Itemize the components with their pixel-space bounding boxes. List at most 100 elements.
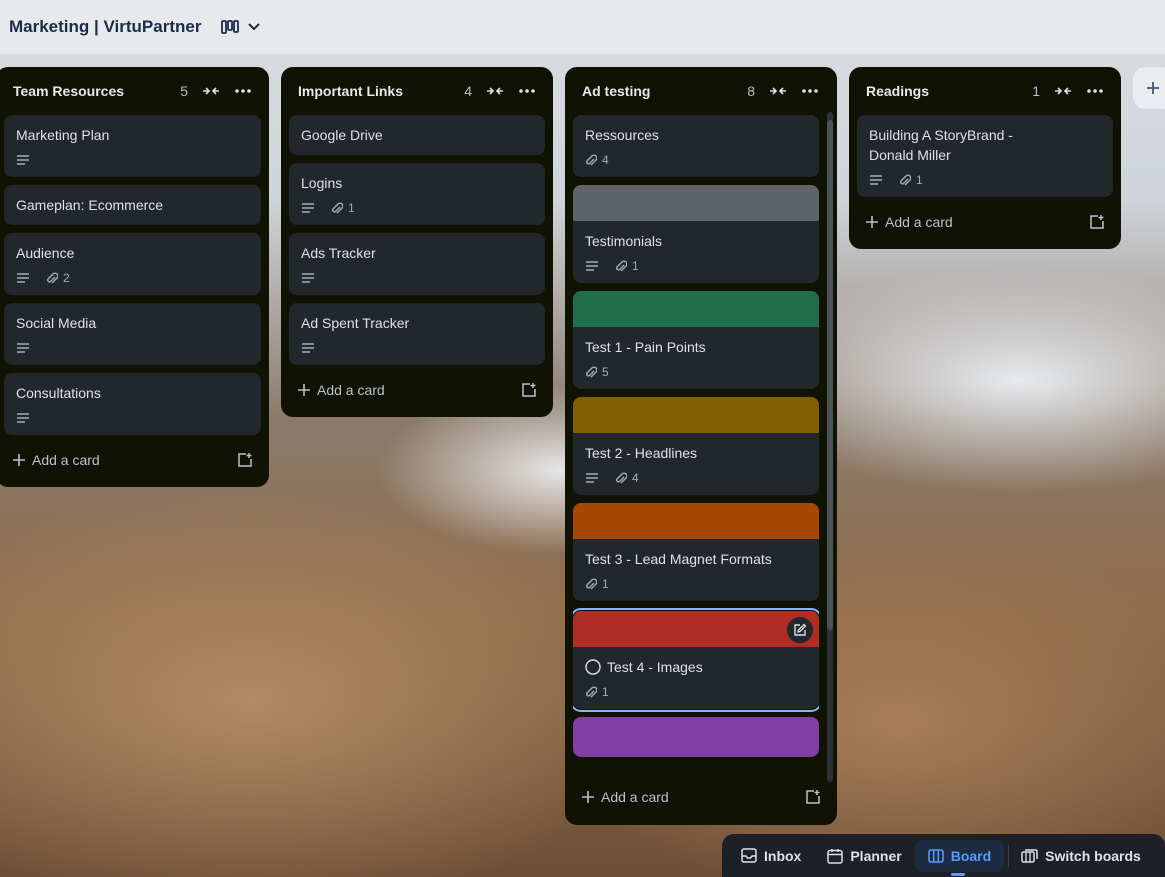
nav-switch-boards-label: Switch boards [1045, 847, 1141, 864]
attachment-icon [586, 365, 597, 377]
attachment-badge: 1 [585, 685, 609, 699]
board-title[interactable]: Marketing | VirtuPartner [9, 17, 201, 37]
card-title: Google Drive [301, 127, 383, 143]
card-title: Gameplan: Ecommerce [16, 197, 164, 213]
board-icon [927, 848, 944, 863]
plus-icon [1147, 82, 1159, 94]
list-title[interactable]: Ad testing [582, 83, 747, 99]
add-card-label: Add a card [32, 452, 100, 468]
card-selected[interactable]: Test 4 - Images 1 [573, 608, 819, 712]
card-cover [573, 717, 819, 757]
switch-boards-icon [1021, 848, 1038, 863]
attachment-badge: 2 [46, 271, 70, 285]
card[interactable]: Google Drive [289, 115, 545, 155]
create-from-template-icon[interactable] [805, 789, 821, 805]
attachment-count: 1 [348, 201, 355, 215]
list-title[interactable]: Team Resources [13, 83, 180, 99]
board-view-icon [221, 20, 240, 34]
card[interactable]: Marketing Plan [4, 115, 261, 177]
list-card-count: 8 [747, 83, 755, 99]
card[interactable]: Test 2 - Headlines 4 [573, 397, 819, 495]
collapse-icon[interactable] [1054, 84, 1072, 98]
nav-planner-label: Planner [850, 847, 902, 864]
list-readings: Readings 1 Building A StoryBrand - Donal… [849, 67, 1121, 249]
attachment-badge: 1 [331, 201, 355, 215]
collapse-icon[interactable] [769, 84, 787, 98]
nav-planner[interactable]: Planner [814, 840, 914, 872]
scrollbar-thumb[interactable] [827, 120, 833, 630]
add-card-label: Add a card [317, 382, 385, 398]
list-team-resources: Team Resources 5 Marketing Plan Gameplan… [0, 67, 269, 487]
card[interactable]: Test 3 - Lead Magnet Formats 1 [573, 503, 819, 601]
nav-divider [1008, 844, 1010, 867]
list-scrollbar[interactable] [827, 112, 833, 782]
card-title: Building A StoryBrand - Donald Miller [869, 127, 1013, 163]
complete-checkbox-icon[interactable] [585, 659, 601, 675]
card-title: Marketing Plan [16, 127, 110, 143]
description-icon [17, 155, 29, 165]
list-ad-testing: Ad testing 8 Ressources 4 Testimonials 1 [565, 67, 837, 825]
attachment-count: 1 [916, 173, 923, 187]
more-options-icon[interactable] [1086, 88, 1104, 94]
card-title: Logins [301, 175, 343, 191]
collapse-icon[interactable] [486, 84, 504, 98]
attachment-icon [332, 201, 343, 213]
card[interactable]: Social Media [4, 303, 261, 365]
add-card-button[interactable]: Add a card [865, 214, 953, 230]
description-icon [586, 473, 598, 483]
card[interactable]: Ads Tracker [289, 233, 545, 295]
description-icon [17, 343, 29, 353]
card[interactable] [573, 717, 819, 757]
card[interactable]: Logins 1 [289, 163, 545, 225]
add-card-button[interactable]: Add a card [297, 382, 385, 398]
chevron-down-icon [248, 23, 261, 31]
attachment-count: 4 [602, 153, 609, 167]
attachment-count: 1 [602, 685, 609, 699]
description-icon [17, 413, 29, 423]
list-title[interactable]: Readings [866, 83, 1032, 99]
attachment-badge: 4 [585, 153, 609, 167]
card[interactable]: Building A StoryBrand - Donald Miller 1 [857, 115, 1113, 197]
nav-board-label: Board [950, 847, 992, 864]
attachment-badge: 1 [585, 577, 609, 591]
create-from-template-icon[interactable] [521, 382, 537, 398]
card-title: Ressources [585, 127, 659, 143]
description-icon [586, 261, 598, 271]
card[interactable]: Consultations [4, 373, 261, 435]
list-important-links: Important Links 4 Google Drive Logins 1 … [281, 67, 553, 417]
add-card-row: Add a card [289, 373, 545, 407]
card[interactable]: Gameplan: Ecommerce [4, 185, 261, 225]
card-cover [573, 611, 819, 647]
more-options-icon[interactable] [518, 88, 536, 94]
board-view-switcher[interactable] [221, 20, 261, 34]
more-options-icon[interactable] [234, 88, 252, 94]
card[interactable]: Ressources 4 [573, 115, 819, 177]
add-card-button[interactable]: Add a card [581, 789, 669, 805]
create-from-template-icon[interactable] [1089, 214, 1105, 230]
card[interactable]: Ad Spent Tracker [289, 303, 545, 365]
card[interactable]: Test 1 - Pain Points 5 [573, 291, 819, 389]
card-title: Test 1 - Pain Points [585, 339, 706, 355]
card-title: Social Media [16, 315, 97, 331]
board-header: Marketing | VirtuPartner [0, 0, 1165, 54]
description-icon [870, 175, 882, 185]
list-title[interactable]: Important Links [298, 83, 464, 99]
create-from-template-icon[interactable] [237, 452, 253, 468]
nav-switch-boards[interactable]: Switch boards [1013, 840, 1154, 872]
add-card-button[interactable]: Add a card [12, 452, 100, 468]
description-icon [302, 203, 314, 213]
edit-icon [794, 623, 807, 636]
card[interactable]: Audience 2 [4, 233, 261, 295]
attachment-badge: 4 [615, 471, 639, 485]
list-cards-scroll[interactable]: Ressources 4 Testimonials 1 Test 1 - Pai… [573, 115, 819, 780]
card[interactable]: Testimonials 1 [573, 185, 819, 283]
nav-board[interactable]: Board [914, 839, 1005, 876]
inbox-icon [741, 848, 757, 863]
list-header: Important Links 4 [289, 67, 545, 115]
more-options-icon[interactable] [801, 88, 819, 94]
nav-inbox[interactable]: Inbox [728, 840, 814, 872]
collapse-icon[interactable] [202, 84, 220, 98]
attachment-icon [586, 685, 597, 697]
edit-card-button[interactable] [787, 617, 813, 643]
add-list-button[interactable] [1133, 67, 1165, 109]
